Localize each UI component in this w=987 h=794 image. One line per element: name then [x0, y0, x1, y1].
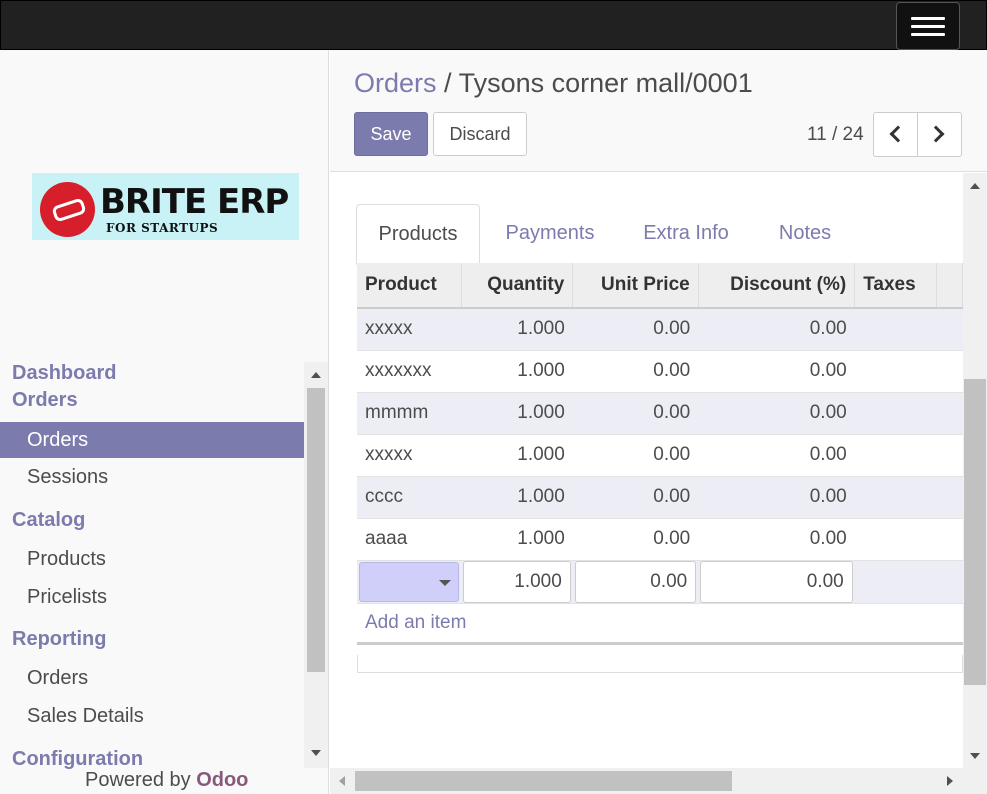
table-header-row: Product Quantity Unit Price Discount (%)…	[357, 263, 963, 309]
tab-payments[interactable]: Payments	[490, 204, 610, 264]
tab-notes[interactable]: Notes	[762, 204, 848, 264]
content-horizontal-scrollbar[interactable]	[330, 768, 963, 794]
table-row[interactable]: aaaa 1.000 0.00 0.00	[357, 518, 963, 561]
scroll-down-icon[interactable]	[311, 750, 321, 756]
sidebar-item-pricelists[interactable]: Pricelists	[0, 579, 304, 615]
table-row[interactable]: cccc 1.000 0.00 0.00	[357, 476, 963, 519]
scroll-right-icon[interactable]	[947, 776, 953, 786]
menu-heading-dashboard[interactable]: Dashboard	[12, 362, 116, 385]
order-lines-table: Product Quantity Unit Price Discount (%)…	[357, 263, 963, 645]
add-line-row: Add an item	[357, 603, 963, 645]
scroll-up-icon[interactable]	[970, 183, 980, 189]
editable-row[interactable]: 1.000 0.00 0.00	[357, 560, 963, 604]
sidebar-item-orders[interactable]: Orders	[0, 422, 304, 458]
column-header-quantity[interactable]: Quantity	[461, 263, 574, 309]
chevron-right-icon	[927, 125, 945, 143]
breadcrumb: Orders / Tysons corner mall/0001	[354, 68, 753, 99]
column-header-discount[interactable]: Discount (%)	[698, 263, 856, 309]
logo-mark-icon	[40, 182, 95, 237]
column-header-product[interactable]: Product	[357, 263, 462, 309]
form-sheet: Products Payments Extra Info Notes Produ…	[330, 173, 963, 768]
sidebar-item-products[interactable]: Products	[0, 541, 304, 577]
company-logo: BRITE ERP FOR STARTUPS	[32, 173, 299, 240]
menu-heading-reporting[interactable]: Reporting	[12, 628, 106, 651]
content-vertical-scrollbar[interactable]	[963, 173, 987, 768]
hamburger-icon	[911, 17, 945, 20]
notebook-tabs: Products Payments Extra Info Notes	[356, 204, 963, 265]
pager-next-button[interactable]	[917, 112, 962, 157]
sidebar-item-sessions[interactable]: Sessions	[0, 459, 304, 495]
scrollbar-corner	[963, 768, 987, 794]
menu-heading-configuration[interactable]: Configuration	[12, 748, 143, 770]
breadcrumb-current: Tysons corner mall/0001	[458, 68, 753, 98]
sidebar-menu: Dashboard Orders Orders Sessions Catalog…	[0, 360, 304, 770]
tab-extra-info[interactable]: Extra Info	[630, 204, 742, 264]
menu-heading-orders[interactable]: Orders	[12, 389, 78, 412]
save-button[interactable]: Save	[354, 112, 428, 156]
chevron-left-icon	[889, 125, 907, 143]
control-panel: Orders / Tysons corner mall/0001 Save Di…	[330, 50, 987, 172]
add-item-link[interactable]: Add an item	[357, 603, 963, 645]
sidebar: BRITE ERP FOR STARTUPS Dashboard Orders …	[0, 50, 329, 794]
pager-value[interactable]: 11 / 24	[807, 124, 864, 146]
menu-heading-catalog[interactable]: Catalog	[12, 509, 85, 532]
discard-button[interactable]: Discard	[433, 112, 527, 156]
discount-input[interactable]: 0.00	[700, 560, 853, 603]
table-row[interactable]: xxxxx 1.000 0.00 0.00	[357, 434, 963, 477]
content-scroll-thumb[interactable]	[964, 379, 986, 685]
column-header-taxes[interactable]: Taxes	[854, 263, 938, 309]
product-select[interactable]	[359, 561, 459, 602]
unit-price-input[interactable]: 0.00	[574, 560, 697, 603]
sidebar-scrollbar[interactable]	[304, 362, 328, 768]
top-navbar	[0, 0, 987, 50]
breadcrumb-separator: /	[444, 68, 452, 98]
powered-by: Powered by Odoo	[85, 769, 249, 791]
breadcrumb-orders-link[interactable]: Orders	[354, 68, 437, 98]
menu-toggle-button[interactable]	[896, 2, 960, 50]
horizontal-scroll-thumb[interactable]	[355, 771, 732, 791]
pager-previous-button[interactable]	[873, 112, 918, 157]
quantity-input[interactable]: 1.000	[463, 560, 571, 603]
scroll-down-icon[interactable]	[970, 753, 980, 759]
table-footer	[357, 655, 963, 673]
tab-products[interactable]: Products	[356, 204, 480, 265]
sidebar-item-sales-details[interactable]: Sales Details	[0, 698, 304, 734]
column-header-unit-price[interactable]: Unit Price	[572, 263, 699, 309]
table-row[interactable]: mmmm 1.000 0.00 0.00	[357, 392, 963, 435]
sidebar-scroll-thumb[interactable]	[307, 388, 325, 672]
table-row[interactable]: xxxxx 1.000 0.00 0.00	[357, 308, 963, 351]
scroll-left-icon[interactable]	[339, 776, 345, 786]
odoo-link[interactable]: Odoo	[196, 769, 248, 791]
scroll-up-icon[interactable]	[311, 372, 321, 378]
table-row[interactable]: xxxxxxx 1.000 0.00 0.00	[357, 350, 963, 393]
sidebar-item-report-orders[interactable]: Orders	[0, 660, 304, 696]
